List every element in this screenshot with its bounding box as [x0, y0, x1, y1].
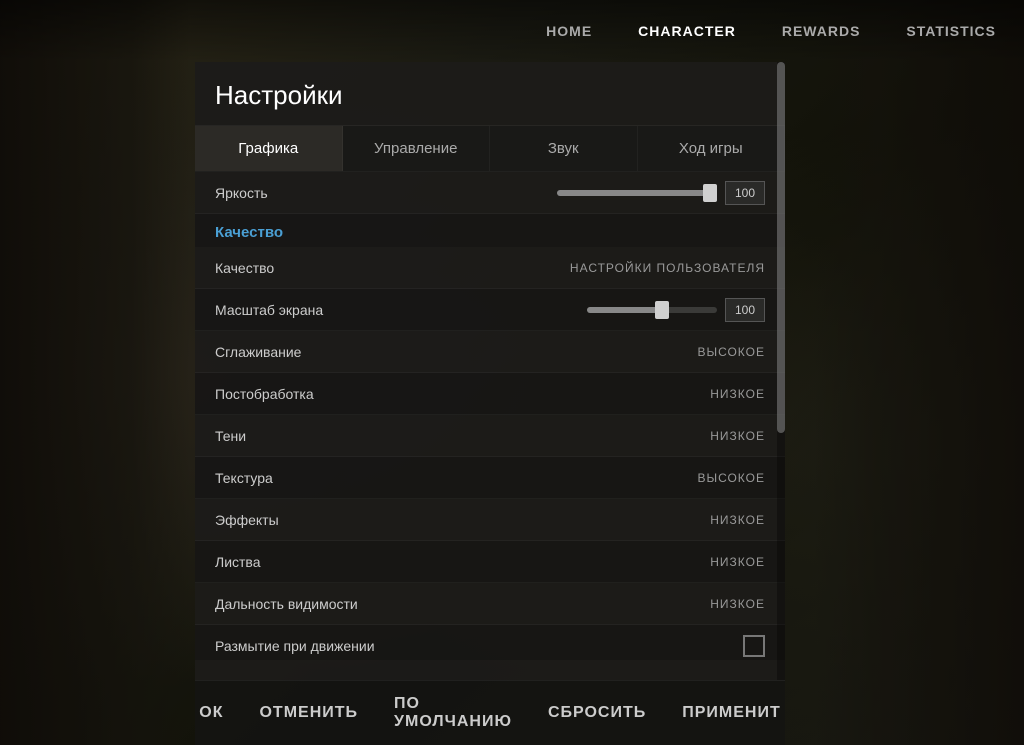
settings-content: Яркость 100 Качество Качество НАСТРОЙКИ … [195, 172, 785, 660]
scale-fill [587, 307, 659, 313]
motionblur-checkbox[interactable] [743, 635, 765, 657]
antialiasing-row: Сглаживание ВЫСОКОЕ [195, 331, 785, 373]
texture-row: Текстура ВЫСОКОЕ [195, 457, 785, 499]
brightness-thumb[interactable] [703, 184, 717, 202]
brightness-value: 100 [725, 181, 765, 205]
antialiasing-value[interactable]: ВЫСОКОЕ [697, 345, 765, 359]
default-button[interactable]: ПО УМОЛЧАНИЮ [386, 690, 520, 736]
nav-statistics[interactable]: STATISTICS [898, 18, 1004, 44]
tab-graphics[interactable]: Графика [195, 126, 343, 171]
shadows-value[interactable]: НИЗКОЕ [710, 429, 765, 443]
brightness-fill [557, 190, 717, 196]
foliage-label: Листва [215, 554, 261, 570]
postprocessing-row: Постобработка НИЗКОЕ [195, 373, 785, 415]
ok-button[interactable]: ОК [191, 699, 231, 727]
shadows-label: Тени [215, 428, 246, 444]
effects-row: Эффекты НИЗКОЕ [195, 499, 785, 541]
effects-label: Эффекты [215, 512, 279, 528]
postprocessing-value[interactable]: НИЗКОЕ [710, 387, 765, 401]
scale-thumb[interactable] [655, 301, 669, 319]
brightness-track[interactable] [557, 190, 717, 196]
postprocessing-label: Постобработка [215, 386, 314, 402]
foliage-row: Листва НИЗКОЕ [195, 541, 785, 583]
texture-value[interactable]: ВЫСОКОЕ [697, 471, 765, 485]
motionblur-label: Размытие при движении [215, 638, 375, 654]
apply-button[interactable]: ПРИМЕНИТ [674, 699, 789, 727]
shadows-row: Тени НИЗКОЕ [195, 415, 785, 457]
quality-row: Качество НАСТРОЙКИ ПОЛЬЗОВАТЕЛЯ [195, 247, 785, 289]
scale-value: 100 [725, 298, 765, 322]
texture-label: Текстура [215, 470, 273, 486]
scale-label: Масштаб экрана [215, 302, 323, 318]
panel-title: Настройки [195, 62, 785, 126]
foliage-value[interactable]: НИЗКОЕ [710, 555, 765, 569]
scrollbar-track[interactable] [777, 62, 785, 680]
cancel-button[interactable]: ОТМЕНИТЬ [251, 699, 366, 727]
viewdistance-label: Дальность видимости [215, 596, 358, 612]
viewdistance-row: Дальность видимости НИЗКОЕ [195, 583, 785, 625]
quality-value[interactable]: НАСТРОЙКИ ПОЛЬЗОВАТЕЛЯ [570, 261, 765, 275]
quality-section-header: Качество [195, 214, 785, 247]
brightness-label: Яркость [215, 185, 268, 201]
antialiasing-label: Сглаживание [215, 344, 301, 360]
bottom-bar: ОК ОТМЕНИТЬ ПО УМОЛЧАНИЮ СБРОСИТЬ ПРИМЕН… [195, 680, 785, 745]
tab-controls[interactable]: Управление [343, 126, 491, 171]
effects-value[interactable]: НИЗКОЕ [710, 513, 765, 527]
settings-panel: Настройки Графика Управление Звук Ход иг… [195, 62, 785, 680]
reset-button[interactable]: СБРОСИТЬ [540, 699, 654, 727]
scrollbar-thumb[interactable] [777, 62, 785, 433]
nav-home[interactable]: HOME [538, 18, 600, 44]
nav-rewards[interactable]: REWARDS [774, 18, 869, 44]
scale-slider[interactable]: 100 [587, 298, 765, 322]
scale-track[interactable] [587, 307, 717, 313]
tab-gameplay[interactable]: Ход игры [638, 126, 786, 171]
viewdistance-value[interactable]: НИЗКОЕ [710, 597, 765, 611]
tabs-container: Графика Управление Звук Ход игры [195, 126, 785, 172]
nav-character[interactable]: CHARACTER [630, 18, 744, 44]
brightness-slider[interactable]: 100 [557, 181, 765, 205]
tab-sound[interactable]: Звук [490, 126, 638, 171]
brightness-row: Яркость 100 [195, 172, 785, 214]
scale-row: Масштаб экрана 100 [195, 289, 785, 331]
top-nav: HOME CHARACTER REWARDS STATISTICS [0, 0, 1024, 62]
quality-label: Качество [215, 260, 274, 276]
motionblur-row: Размытие при движении [195, 625, 785, 660]
